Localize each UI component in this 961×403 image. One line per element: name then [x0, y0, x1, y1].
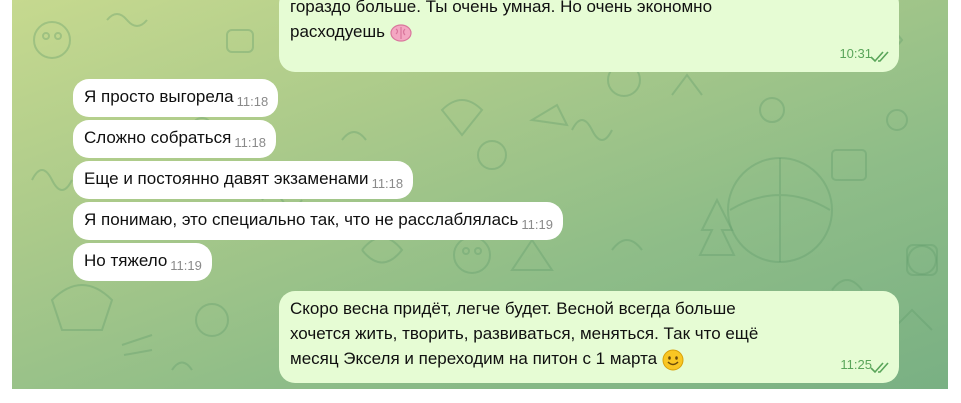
message-text-line: хочется жить, творить, развиваться, меня… — [290, 324, 759, 343]
message-text-line: гораздо больше. Ты очень умная. Но очень… — [290, 0, 713, 16]
outgoing-message[interactable]: Скоро весна придёт, легче будет. Весной … — [279, 291, 899, 383]
message-time: 11:18 — [236, 94, 269, 109]
message-time: 11:25 — [840, 357, 872, 372]
double-check-icon — [870, 51, 889, 63]
message-time: 10:31 — [839, 46, 872, 61]
message-text: Я понимаю, это специально так, что не ра… — [84, 210, 519, 229]
message-text: Сложно собраться — [84, 128, 232, 147]
message-text-line: расходуешь — [290, 19, 887, 44]
message-text: Я просто выгорела — [84, 87, 234, 106]
smiling-face-emoji — [662, 349, 684, 371]
message-time: 11:19 — [170, 258, 202, 273]
message-text: Но тяжело — [84, 251, 168, 270]
message-time: 11:18 — [371, 176, 404, 191]
message-text: Еще и постоянно давят экзаменами — [84, 169, 369, 188]
outgoing-message[interactable]: гораздо больше. Ты очень умная. Но очень… — [279, 0, 899, 72]
message-text-line: месяц Экселя и переходим на питон с 1 ма… — [290, 346, 887, 371]
incoming-message[interactable]: Я просто выгорела 11:18 — [73, 79, 279, 117]
message-time: 11:18 — [234, 135, 266, 150]
incoming-message[interactable]: Но тяжело 11:19 — [73, 243, 212, 281]
chat-background: гораздо больше. Ты очень умная. Но очень… — [12, 0, 948, 389]
incoming-message[interactable]: Еще и постоянно давят экзаменами 11:18 — [73, 161, 414, 199]
message-text-line: Скоро весна придёт, легче будет. Весной … — [290, 299, 736, 318]
message-time: 11:19 — [521, 217, 553, 232]
brain-emoji — [390, 23, 412, 42]
incoming-message[interactable]: Я понимаю, это специально так, что не ра… — [73, 202, 563, 240]
incoming-message[interactable]: Сложно собраться 11:18 — [73, 120, 276, 158]
double-check-icon — [870, 362, 889, 374]
